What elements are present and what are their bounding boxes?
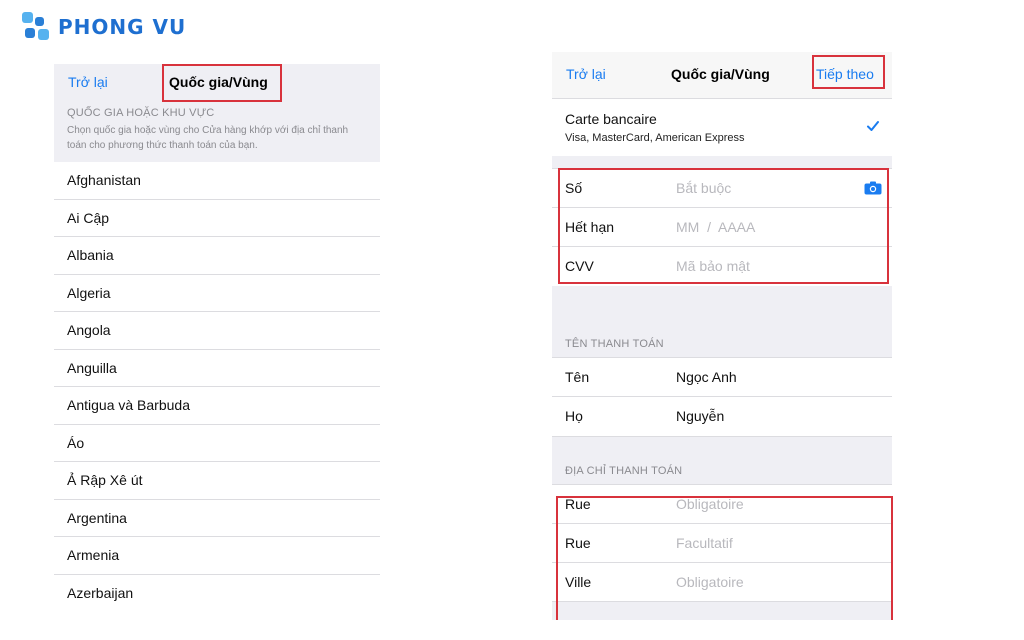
country-item[interactable]: Anguilla	[54, 350, 380, 387]
country-item[interactable]: Armenia	[54, 537, 380, 575]
country-item[interactable]: Angola	[54, 312, 380, 350]
section-description: Chọn quốc gia hoặc vùng cho Cửa hàng khớ…	[67, 125, 349, 151]
country-item[interactable]: Albania	[54, 237, 380, 275]
first-name-input[interactable]: Ngọc Anh	[676, 369, 737, 385]
country-item[interactable]: Ai Cập	[54, 200, 380, 237]
back-button[interactable]: Trở lại	[566, 66, 606, 82]
country-item[interactable]: Afghanistan	[54, 162, 380, 200]
section-header: QUỐC GIA HOẶC KHU VỰC	[67, 107, 215, 119]
page-title: Quốc gia/Vùng	[671, 66, 770, 82]
brand-name: PHONG VU	[58, 15, 187, 39]
highlight-box-card-fields	[558, 168, 889, 284]
country-item[interactable]: Antigua và Barbuda	[54, 387, 380, 425]
country-picker-screen: Trở lại Quốc gia/Vùng QUỐC GIA HOẶC KHU …	[54, 64, 380, 606]
brand-logo: PHONG VU	[22, 12, 186, 42]
last-name-label: Họ	[565, 408, 583, 424]
highlight-box-address	[556, 496, 893, 620]
country-item[interactable]: Argentina	[54, 500, 380, 537]
first-name-label: Tên	[565, 369, 590, 385]
billing-name-header: TÊN THANH TOÁN	[565, 338, 664, 350]
checkmark-icon	[867, 121, 879, 131]
last-name-input[interactable]: Nguyễn	[676, 408, 724, 424]
section-header-block: QUỐC GIA HOẶC KHU VỰC Chọn quốc gia hoặc…	[54, 100, 380, 162]
country-item[interactable]: Algeria	[54, 275, 380, 312]
country-item[interactable]: Áo	[54, 425, 380, 462]
first-name-field[interactable]: Tên Ngọc Anh	[552, 358, 892, 397]
country-item[interactable]: Azerbaijan	[54, 575, 380, 607]
payment-method-row[interactable]: Carte bancaire Visa, MasterCard, America…	[552, 98, 892, 156]
logo-icon	[22, 12, 52, 42]
country-list: Afghanistan Ai Cập Albania Algeria Angol…	[54, 162, 380, 606]
name-fields-group: Tên Ngọc Anh Họ Nguyễn	[552, 357, 892, 436]
payment-method-subtitle: Visa, MasterCard, American Express	[565, 132, 745, 144]
country-item[interactable]: Ả Rập Xê út	[54, 462, 380, 500]
highlight-box-title	[162, 64, 282, 102]
highlight-box-next	[812, 55, 885, 89]
billing-address-header: ĐỊA CHỈ THANH TOÁN	[565, 465, 683, 477]
payment-method-title: Carte bancaire	[565, 111, 657, 127]
last-name-field[interactable]: Họ Nguyễn	[552, 397, 892, 436]
back-button[interactable]: Trở lại	[68, 74, 108, 90]
